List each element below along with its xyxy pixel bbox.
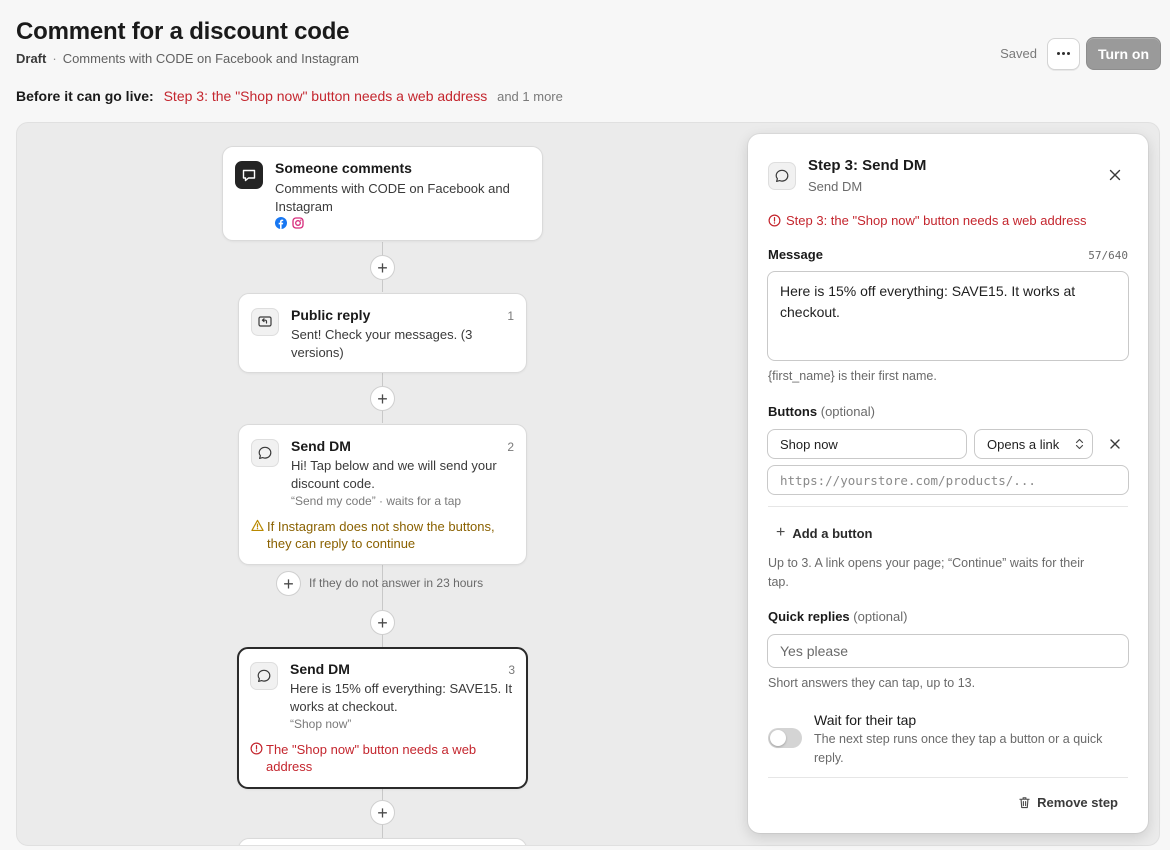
step-number: 2 (507, 440, 514, 454)
add-step-button[interactable]: + (370, 386, 395, 411)
go-live-label: Before it can go live: (16, 88, 154, 104)
quick-replies-label-text: Quick replies (768, 609, 850, 624)
reply-icon (251, 308, 279, 336)
close-icon[interactable] (1107, 167, 1123, 183)
turn-on-button[interactable]: Turn on (1086, 37, 1161, 70)
quick-replies-hint: Short answers they can tap, up to 13. (768, 676, 976, 690)
go-live-error-link[interactable]: Step 3: the "Shop now" button needs a we… (164, 88, 488, 104)
go-live-requirements: Before it can go live: Step 3: the "Shop… (16, 88, 563, 104)
message-textarea[interactable]: Here is 15% off everything: SAVE15. It w… (767, 271, 1129, 361)
remove-step-label: Remove step (1037, 795, 1118, 810)
plus-icon: + (776, 524, 786, 541)
button-action-select[interactable]: Opens a link (974, 429, 1093, 459)
quick-reply-input[interactable]: Yes please (767, 634, 1129, 668)
message-label: Message (768, 247, 823, 262)
step-description: Here is 15% off everything: SAVE15. It w… (290, 681, 513, 714)
panel-error-text: Step 3: the "Shop now" button needs a we… (786, 213, 1087, 228)
trash-icon (1019, 797, 1030, 809)
dot-icon (1057, 52, 1060, 55)
step-warning-text: If Instagram does not show the buttons, … (267, 519, 495, 551)
automation-description: Comments with CODE on Facebook and Insta… (62, 51, 359, 66)
add-button-button[interactable]: + Add a button (776, 524, 873, 542)
error-icon (768, 214, 781, 227)
step-node-send-dm-selected[interactable]: Send DM 3 Here is 15% off everything: SA… (237, 647, 528, 789)
chevron-up-down-icon (1075, 438, 1084, 450)
buttons-hint: Up to 3. A link opens your page; “Contin… (768, 556, 1085, 589)
panel-title: Step 3: Send DM (808, 157, 927, 174)
step-button-summary: “Shop now” (290, 717, 352, 731)
step-button-summary: “Send my code” · waits for a tap (291, 494, 462, 508)
more-options-button[interactable] (1047, 37, 1080, 70)
status-badge: Draft (16, 51, 47, 66)
page-subtitle: Draft · Comments with CODE on Facebook and… (16, 51, 359, 66)
dot-icon (1062, 52, 1065, 55)
error-icon (250, 741, 266, 775)
step-title: Public reply (291, 307, 371, 323)
chat-bubble-icon (768, 162, 796, 190)
add-timeout-step-button[interactable]: + (276, 571, 301, 596)
step-warning: If Instagram does not show the buttons, … (251, 518, 521, 552)
step-error: The "Shop now" button needs a web addres… (250, 741, 500, 775)
toggle-knob (770, 730, 786, 746)
wait-for-tap-description: The next step runs once they tap a butto… (814, 732, 1103, 765)
facebook-icon (275, 217, 287, 229)
step-node-next[interactable] (238, 838, 527, 845)
buttons-label-text: Buttons (768, 404, 818, 419)
go-live-more-link[interactable]: and 1 more (497, 89, 563, 104)
quick-replies-label: Quick replies (optional) (768, 609, 907, 624)
button-url-input[interactable]: https://yourstore.com/products/... (767, 465, 1129, 495)
step-description: Sent! Check your messages. (3 versions) (291, 327, 473, 360)
step-node-send-dm[interactable]: Send DM 2 Hi! Tap below and we will send… (238, 424, 527, 565)
divider (768, 777, 1128, 778)
add-step-button[interactable]: + (370, 800, 395, 825)
separator: · (52, 51, 57, 66)
remove-step-button[interactable]: Remove step (1018, 795, 1118, 810)
platform-icons (275, 217, 304, 229)
chat-bubble-icon (250, 662, 278, 690)
add-button-label: Add a button (792, 525, 873, 541)
top-actions: Saved Turn on (1000, 37, 1161, 70)
message-counter: 57/640 (1088, 249, 1128, 262)
wait-for-tap-toggle[interactable] (768, 728, 802, 748)
step-error-text: The "Shop now" button needs a web addres… (266, 742, 477, 774)
trigger-node[interactable]: Someone comments Comments with CODE on F… (222, 146, 543, 241)
wait-for-tap-title: Wait for their tap (814, 712, 917, 728)
step-title: Send DM (290, 661, 350, 677)
step-description: Hi! Tap below and we will send your disc… (291, 458, 497, 491)
button-action-value: Opens a link (987, 436, 1060, 452)
instagram-icon (292, 217, 304, 229)
step-title: Send DM (291, 438, 351, 454)
step-node-public-reply[interactable]: Public reply 1 Sent! Check your messages… (238, 293, 527, 373)
button-name-input[interactable]: Shop now (767, 429, 967, 459)
add-step-button[interactable]: + (370, 255, 395, 280)
warning-icon (251, 518, 267, 552)
panel-subtitle: Send DM (808, 179, 863, 194)
page-title: Comment for a discount code (16, 18, 350, 45)
trigger-description: Comments with CODE on Facebook and Insta… (275, 181, 510, 214)
buttons-label: Buttons (optional) (768, 404, 875, 419)
panel-error: Step 3: the "Shop now" button needs a we… (768, 213, 1087, 228)
comment-icon (235, 161, 263, 189)
optional-tag: (optional) (853, 609, 908, 624)
chat-bubble-icon (251, 439, 279, 467)
optional-tag: (optional) (820, 404, 875, 419)
dot-icon (1067, 52, 1070, 55)
step-editor-panel: Step 3: Send DM Send DM Step 3: the "Sho… (748, 134, 1148, 833)
trigger-title: Someone comments (275, 160, 412, 176)
step-number: 1 (507, 309, 514, 323)
saved-status: Saved (1000, 46, 1037, 61)
step-number: 3 (508, 663, 515, 677)
divider (768, 506, 1128, 507)
add-step-button[interactable]: + (370, 610, 395, 635)
message-hint: {first_name} is their first name. (768, 369, 937, 383)
remove-button-icon[interactable] (1109, 437, 1121, 449)
timeout-label: If they do not answer in 23 hours (309, 576, 484, 590)
